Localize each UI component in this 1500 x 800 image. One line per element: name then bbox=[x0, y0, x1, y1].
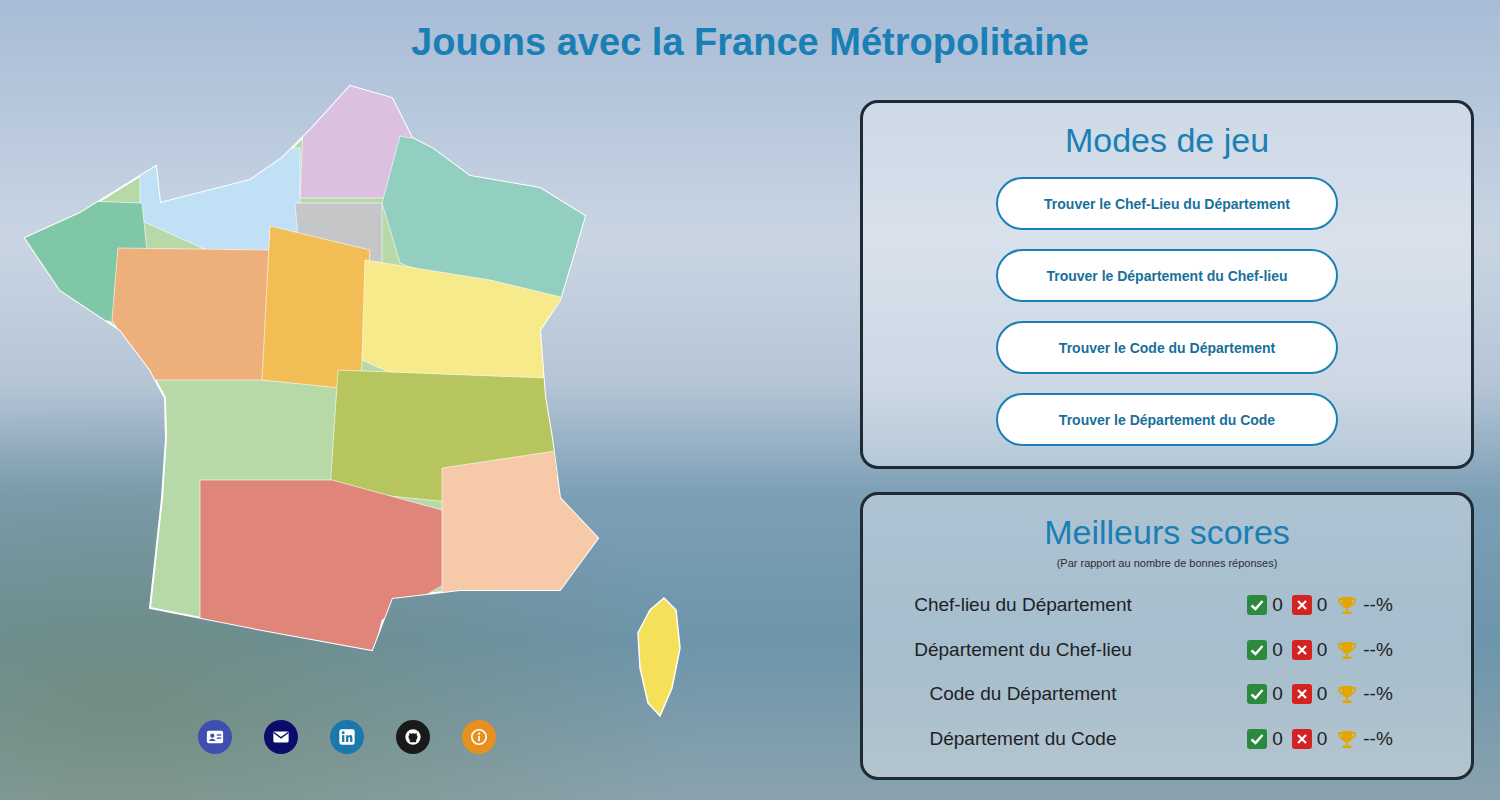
modes-title: Modes de jeu bbox=[863, 119, 1471, 161]
social-link[interactable] bbox=[396, 720, 430, 754]
score-stats: 0 0 --% bbox=[1173, 639, 1471, 661]
correct-count: 0 bbox=[1272, 728, 1283, 750]
scores-subtitle: (Par rapport au nombre de bonnes réponse… bbox=[863, 557, 1471, 569]
wrong-count: 0 bbox=[1317, 683, 1328, 705]
cross-icon bbox=[1292, 595, 1312, 615]
check-icon bbox=[1247, 595, 1267, 615]
cross-icon bbox=[1292, 729, 1312, 749]
check-icon bbox=[1247, 640, 1267, 660]
region-shape bbox=[442, 450, 605, 600]
france-map bbox=[0, 78, 860, 718]
score-ratio: --% bbox=[1363, 683, 1393, 705]
mode-list: Trouver le Chef-Lieu du Département Trouv… bbox=[863, 177, 1471, 446]
trophy-icon bbox=[1336, 639, 1358, 661]
score-label: Département du Chef-lieu bbox=[873, 639, 1173, 661]
score-label: Chef-lieu du Département bbox=[873, 594, 1173, 616]
score-label: Département du Code bbox=[873, 728, 1173, 750]
score-stats: 0 0 --% bbox=[1173, 594, 1471, 616]
wrong-count: 0 bbox=[1317, 639, 1328, 661]
correct-count: 0 bbox=[1272, 594, 1283, 616]
score-label: Code du Département bbox=[873, 683, 1173, 705]
social-links bbox=[0, 720, 860, 754]
wrong-count: 0 bbox=[1317, 594, 1328, 616]
mail-icon bbox=[272, 728, 290, 746]
cross-icon bbox=[1292, 640, 1312, 660]
score-row: Chef-lieu du Département 0 0 --% bbox=[863, 583, 1471, 628]
github-icon bbox=[404, 728, 422, 746]
score-ratio: --% bbox=[1363, 728, 1393, 750]
wrong-count: 0 bbox=[1317, 728, 1328, 750]
page: Jouons avec la France Métropolitaine Mod… bbox=[0, 0, 1500, 800]
check-icon bbox=[1247, 684, 1267, 704]
page-title: Jouons avec la France Métropolitaine bbox=[0, 0, 1500, 78]
main: Modes de jeu Trouver le Chef-Lieu du Dép… bbox=[0, 78, 1500, 780]
side-panels: Modes de jeu Trouver le Chef-Lieu du Dép… bbox=[860, 78, 1474, 780]
scores-title: Meilleurs scores bbox=[863, 511, 1471, 553]
info-icon bbox=[470, 728, 488, 746]
score-row: Département du Chef-lieu 0 0 --% bbox=[863, 628, 1471, 673]
correct-count: 0 bbox=[1272, 639, 1283, 661]
map-column bbox=[0, 78, 860, 780]
social-link[interactable] bbox=[462, 720, 496, 754]
score-row: Code du Département 0 0 --% bbox=[863, 672, 1471, 717]
region-shape bbox=[362, 260, 565, 386]
score-stats: 0 0 --% bbox=[1173, 728, 1471, 750]
cross-icon bbox=[1292, 684, 1312, 704]
mode-button[interactable]: Trouver le Département du Code bbox=[996, 393, 1338, 446]
mode-button[interactable]: Trouver le Code du Département bbox=[996, 321, 1338, 374]
score-ratio: --% bbox=[1363, 594, 1393, 616]
score-stats: 0 0 --% bbox=[1173, 683, 1471, 705]
check-icon bbox=[1247, 729, 1267, 749]
linkedin-icon bbox=[338, 728, 356, 746]
modes-card: Modes de jeu Trouver le Chef-Lieu du Dép… bbox=[860, 100, 1474, 469]
region-shape bbox=[200, 480, 452, 660]
social-link[interactable] bbox=[198, 720, 232, 754]
mode-button[interactable]: Trouver le Département du Chef-lieu bbox=[996, 249, 1338, 302]
score-row: Département du Code 0 0 --% bbox=[863, 717, 1471, 762]
corsica-shape bbox=[638, 598, 680, 716]
trophy-icon bbox=[1336, 683, 1358, 705]
region-shape bbox=[112, 248, 270, 380]
trophy-icon bbox=[1336, 728, 1358, 750]
score-ratio: --% bbox=[1363, 639, 1393, 661]
scores-card: Meilleurs scores (Par rapport au nombre … bbox=[860, 492, 1474, 780]
score-list: Chef-lieu du Département 0 0 --%Départem… bbox=[863, 583, 1471, 761]
social-link[interactable] bbox=[330, 720, 364, 754]
social-link[interactable] bbox=[264, 720, 298, 754]
region-shape bbox=[262, 226, 370, 390]
mode-button[interactable]: Trouver le Chef-Lieu du Département bbox=[996, 177, 1338, 230]
contact-icon bbox=[206, 728, 224, 746]
correct-count: 0 bbox=[1272, 683, 1283, 705]
trophy-icon bbox=[1336, 594, 1358, 616]
